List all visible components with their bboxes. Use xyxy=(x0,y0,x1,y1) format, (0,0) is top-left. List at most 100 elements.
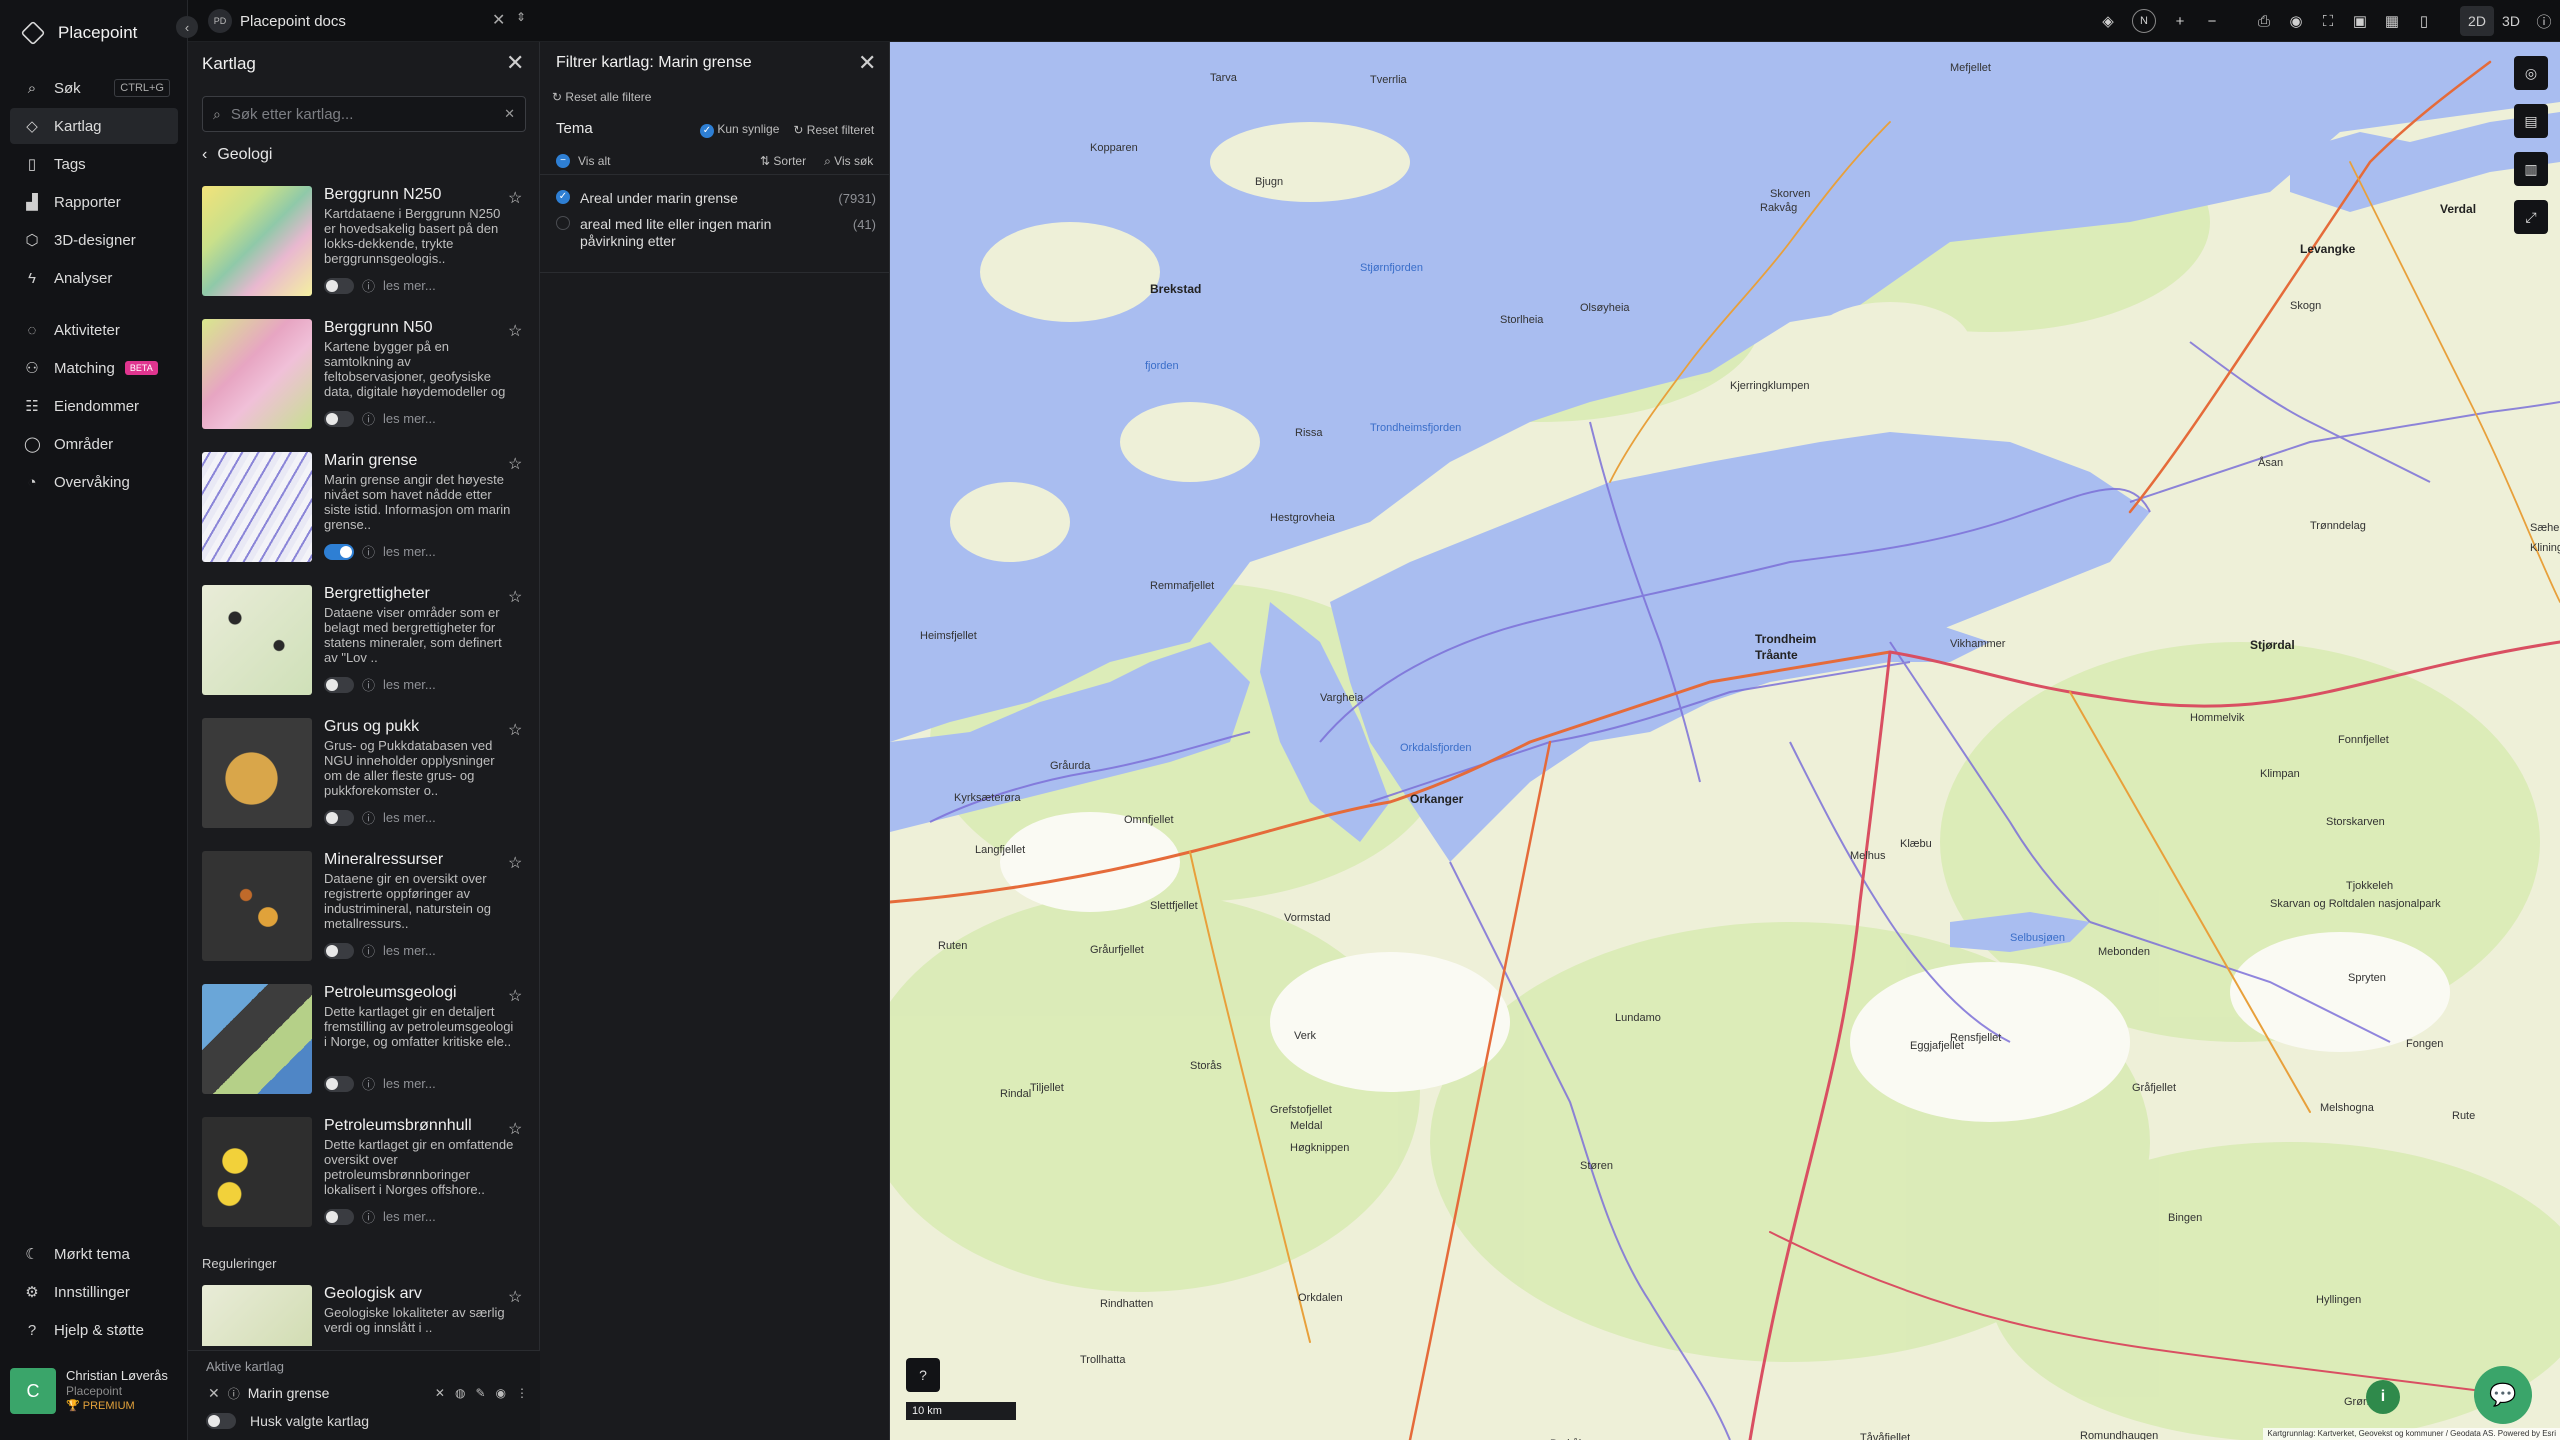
sidebar-item-3d-designer[interactable]: ⬡ 3D-designer xyxy=(10,222,178,258)
read-more-link[interactable]: les mer... xyxy=(383,544,436,559)
read-more-link[interactable]: les mer... xyxy=(383,1209,436,1224)
read-more-link[interactable]: les mer... xyxy=(383,411,436,426)
filter-row[interactable]: ✓ Areal under marin grense (7931) xyxy=(556,190,876,207)
close-filter-icon[interactable]: ✕ xyxy=(858,50,876,76)
grid-icon[interactable]: ▦ xyxy=(2376,0,2408,42)
unchecked-icon[interactable] xyxy=(556,216,570,230)
favorite-star-icon[interactable]: ☆ xyxy=(508,454,522,474)
close-layers-icon[interactable]: ✕ xyxy=(506,50,524,76)
layer-toggle[interactable] xyxy=(324,277,354,294)
more-icon[interactable]: ⋮ xyxy=(516,1386,528,1400)
edit-icon[interactable]: ✎ xyxy=(475,1386,485,1400)
show-all-toggle[interactable]: − Vis alt xyxy=(556,154,610,168)
layer-item[interactable]: Petroleumsgeologi ☆ Dette kartlaget gir en… xyxy=(202,984,532,1117)
read-more-link[interactable]: les mer... xyxy=(383,278,436,293)
layers-stack-icon[interactable]: ◈ xyxy=(2092,0,2124,42)
remember-layers[interactable]: Husk valgte kartlag xyxy=(206,1413,369,1429)
sidebar-item-mørkt-tema[interactable]: ☾ Mørkt tema xyxy=(10,1236,178,1272)
camera-icon[interactable]: ▣ xyxy=(2344,0,2376,42)
favorite-star-icon[interactable]: ☆ xyxy=(508,720,522,740)
close-doc-icon[interactable]: ✕ xyxy=(492,10,505,30)
route-icon[interactable]: ⤢ xyxy=(2514,200,2548,234)
close-icon[interactable]: ✕ xyxy=(435,1386,445,1400)
sidebar-item-søk[interactable]: ⌕ Søk CTRL+G xyxy=(10,70,178,106)
mode-2d-button[interactable]: 2D xyxy=(2460,6,2494,36)
favorite-star-icon[interactable]: ☆ xyxy=(508,587,522,607)
chat-button[interactable]: 💬 xyxy=(2474,1366,2532,1424)
layer-toggle[interactable] xyxy=(324,676,354,693)
info-icon[interactable]: ⓘ xyxy=(362,675,375,694)
palette-icon[interactable]: ◍ xyxy=(455,1386,465,1400)
help-icon[interactable]: ? xyxy=(906,1358,940,1392)
layer-toggle[interactable] xyxy=(324,809,354,826)
favorite-star-icon[interactable]: ☆ xyxy=(508,986,522,1006)
favorite-star-icon[interactable]: ☆ xyxy=(508,188,522,208)
sidebar-item-analyser[interactable]: ϟ Analyser xyxy=(10,260,178,296)
sidebar-item-matching[interactable]: ⚇ Matching BETA xyxy=(10,350,178,386)
brand[interactable]: Placepoint xyxy=(20,18,137,48)
only-visible-toggle[interactable]: ✓ Kun synlige xyxy=(700,122,779,138)
read-more-link[interactable]: les mer... xyxy=(383,810,436,825)
fullscreen-icon[interactable]: ⛶ xyxy=(2312,0,2344,42)
info-icon[interactable]: ⓘ xyxy=(362,941,375,960)
sidebar-item-tags[interactable]: ▯ Tags xyxy=(10,146,178,182)
sidebar-item-overvåking[interactable]: ◔ Overvåking xyxy=(10,464,178,500)
sort-button[interactable]: ⇅ Sorter xyxy=(760,154,806,169)
sidebar-item-aktiviteter[interactable]: ◌ Aktiviteter xyxy=(10,312,178,348)
map-view[interactable]: Trondheim Tråante Stjørdal Orkanger Levangke… xyxy=(890,42,2560,1440)
read-more-link[interactable]: les mer... xyxy=(383,1076,436,1091)
back-to-category[interactable]: ‹ Geologi xyxy=(202,146,272,164)
info-icon[interactable]: ⓘ xyxy=(362,808,375,827)
layer-item[interactable]: Bergrettigheter ☆ Dataene viser områder so… xyxy=(202,585,532,718)
sidebar-item-innstillinger[interactable]: ⚙ Innstillinger xyxy=(10,1274,178,1310)
sidebar-item-eiendommer[interactable]: ☷ Eiendommer xyxy=(10,388,178,424)
chevron-updown-icon[interactable]: ⇕ xyxy=(516,10,526,24)
user-card[interactable]: C Christian Løverås Placepoint 🏆 PREMIUM xyxy=(10,1368,178,1424)
reset-all-filters-button[interactable]: ↻ Reset alle filtere xyxy=(552,90,651,104)
layer-toggle[interactable] xyxy=(324,1208,354,1225)
bookmark-icon[interactable]: ▯ xyxy=(2408,0,2440,42)
info-button[interactable]: i xyxy=(2366,1380,2400,1414)
clear-search-icon[interactable]: ✕ xyxy=(504,106,515,122)
favorite-star-icon[interactable]: ☆ xyxy=(508,1287,522,1307)
remove-layer-icon[interactable]: ✕ xyxy=(208,1385,220,1402)
layers-toggle-icon[interactable]: ◎ xyxy=(2514,56,2548,90)
layer-item[interactable]: Marin grense ☆ Marin grense angir det høye… xyxy=(202,452,532,585)
search-toggle-button[interactable]: ⌕ Vis søk xyxy=(824,154,873,169)
sidebar-item-hjelp-støtte[interactable]: ? Hjelp & støtte xyxy=(10,1312,178,1348)
sidebar-item-rapporter[interactable]: ▟ Rapporter xyxy=(10,184,178,220)
document-selector[interactable]: PD Placepoint docs xyxy=(208,8,346,34)
read-more-link[interactable]: les mer... xyxy=(383,943,436,958)
measure-icon[interactable]: ▤ xyxy=(2514,104,2548,138)
layer-item[interactable]: Grus og pukk ☆ Grus- og Pukkdatabasen ved … xyxy=(202,718,532,851)
layer-item[interactable]: Mineralressurser ☆ Dataene gir en oversikt… xyxy=(202,851,532,984)
info-icon[interactable]: ⓘ xyxy=(362,1207,375,1226)
mode-3d-button[interactable]: 3D xyxy=(2494,0,2528,42)
layer-toggle[interactable] xyxy=(324,410,354,427)
layer-item[interactable]: Petroleumsbrønnhull ☆ Dette kartlaget gir … xyxy=(202,1117,532,1250)
compass-button[interactable]: N xyxy=(2132,9,2156,33)
layer-item[interactable]: Berggrunn N250 ☆ Kartdataene i Berggrunn N… xyxy=(202,186,532,319)
favorite-star-icon[interactable]: ☆ xyxy=(508,321,522,341)
remember-layers-toggle[interactable] xyxy=(206,1413,236,1429)
layer-search-input[interactable] xyxy=(230,105,495,123)
active-layer-row[interactable]: ✕ ⓘ Marin grense ✕ ◍ ✎ ◉ ⋮ xyxy=(208,1381,528,1405)
print-icon[interactable]: ⎙ xyxy=(2248,0,2280,42)
sidebar-item-områder[interactable]: ◯ Områder xyxy=(10,426,178,462)
info-icon[interactable]: ⓘ xyxy=(362,1074,375,1093)
zoom-in-icon[interactable]: + xyxy=(2164,0,2196,42)
layer-toggle[interactable] xyxy=(324,942,354,959)
layer-item[interactable]: Geologisk arv ☆ Geologiske lokaliteter av … xyxy=(202,1285,532,1346)
check-icon[interactable]: ✓ xyxy=(556,190,570,204)
favorite-star-icon[interactable]: ☆ xyxy=(508,1119,522,1139)
layer-item[interactable]: Berggrunn N50 ☆ Kartene bygger på en samto… xyxy=(202,319,532,452)
eye-icon[interactable]: ◉ xyxy=(2280,0,2312,42)
read-more-link[interactable]: les mer... xyxy=(383,677,436,692)
info-icon[interactable]: ⓘ xyxy=(2528,0,2560,42)
layer-toggle[interactable] xyxy=(324,543,354,560)
sidebar-item-kartlag[interactable]: ◇ Kartlag xyxy=(10,108,178,144)
info-icon[interactable]: ⓘ xyxy=(362,542,375,561)
eye-icon[interactable]: ◉ xyxy=(496,1386,506,1400)
collapse-sidebar-button[interactable]: ‹ xyxy=(176,16,198,38)
info-icon[interactable]: ⓘ xyxy=(362,276,375,295)
